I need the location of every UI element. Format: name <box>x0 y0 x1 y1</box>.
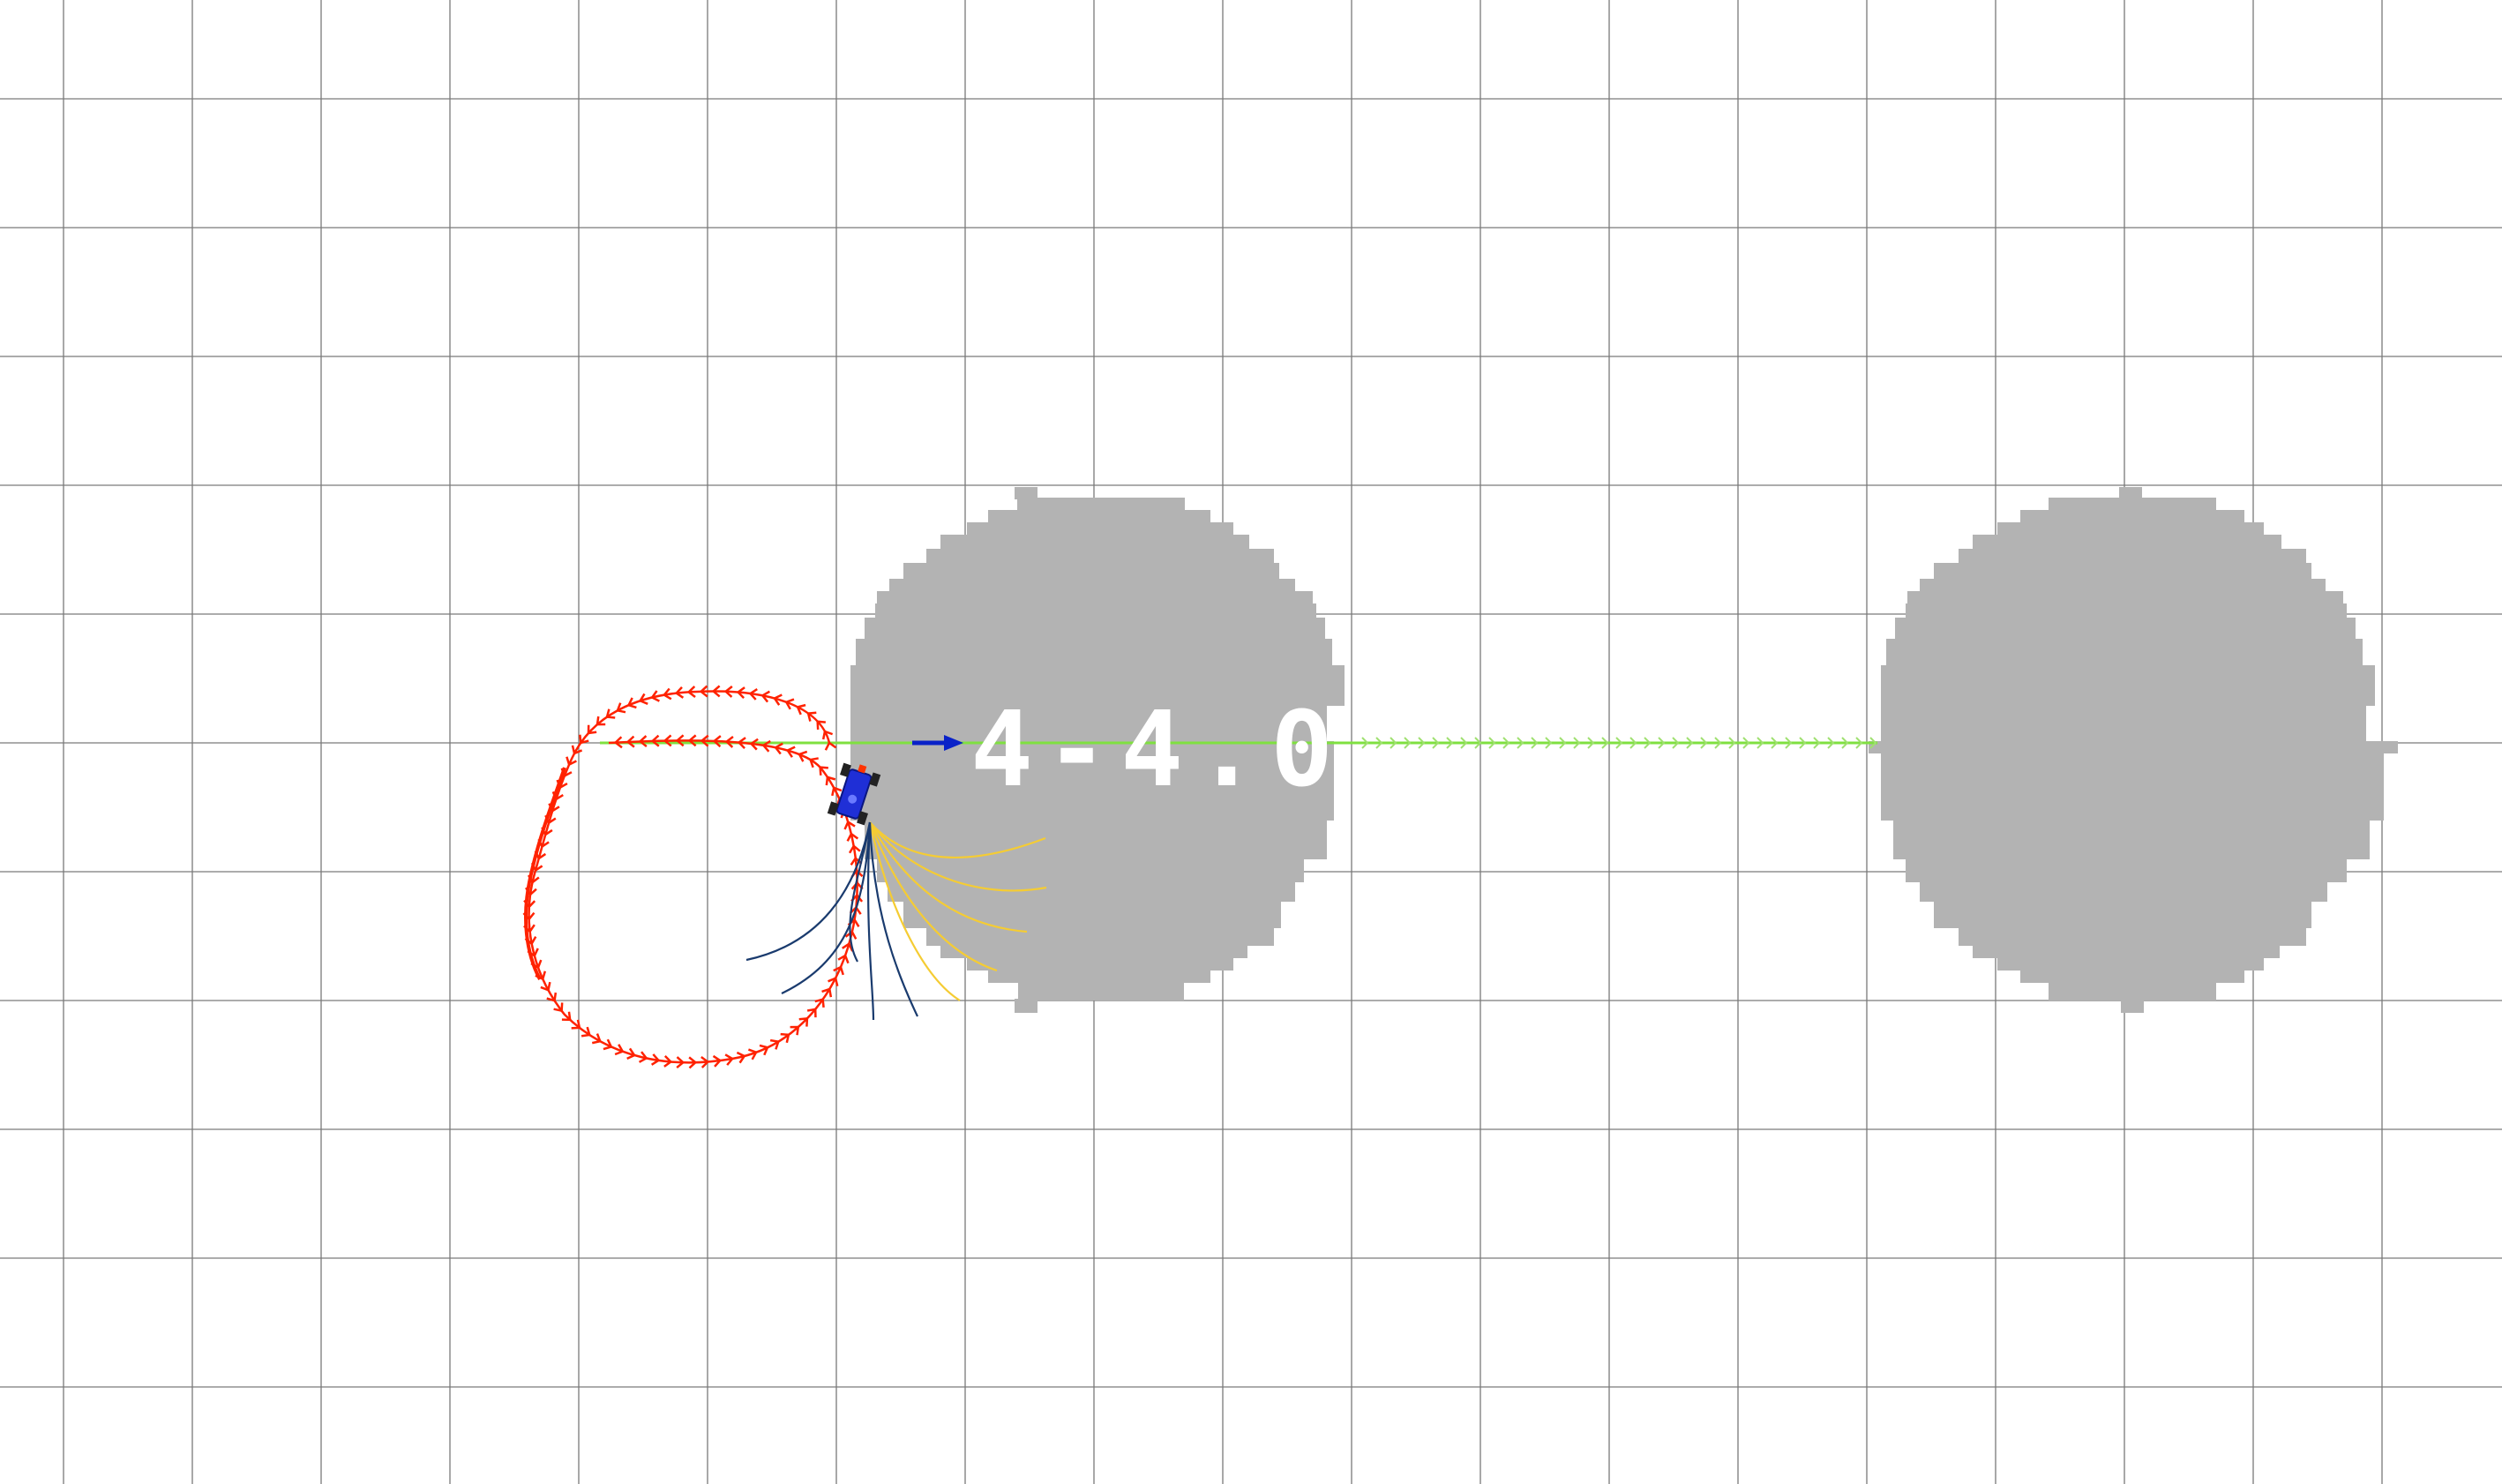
overlay-status-text: 4-4.0 <box>970 688 1346 810</box>
